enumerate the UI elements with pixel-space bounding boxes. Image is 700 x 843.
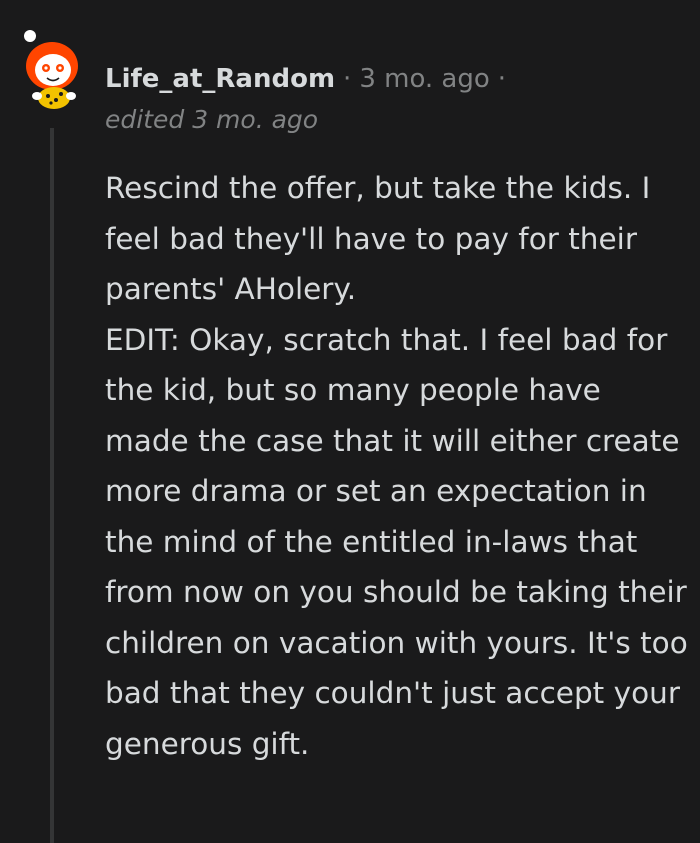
comment-paragraph: Rescind the offer, but take the kids. I … [105, 171, 651, 306]
comment-paragraph: EDIT: Okay, scratch that. I feel bad for… [105, 322, 688, 761]
snoo-avatar-icon [24, 30, 78, 109]
edited-label: edited 3 mo. ago [105, 105, 319, 134]
username-link[interactable]: Life_at_Random [105, 64, 335, 94]
meta-separator-trailing: · [497, 64, 507, 94]
thread-collapse-line[interactable] [50, 128, 54, 843]
comment-meta: Life_at_Random · 3 mo. ago · [105, 60, 514, 98]
comment-body: Rescind the offer, but take the kids. I … [105, 163, 690, 769]
meta-separator: · [343, 64, 352, 94]
user-avatar[interactable] [20, 28, 84, 112]
comment-timestamp[interactable]: 3 mo. ago [359, 64, 489, 94]
